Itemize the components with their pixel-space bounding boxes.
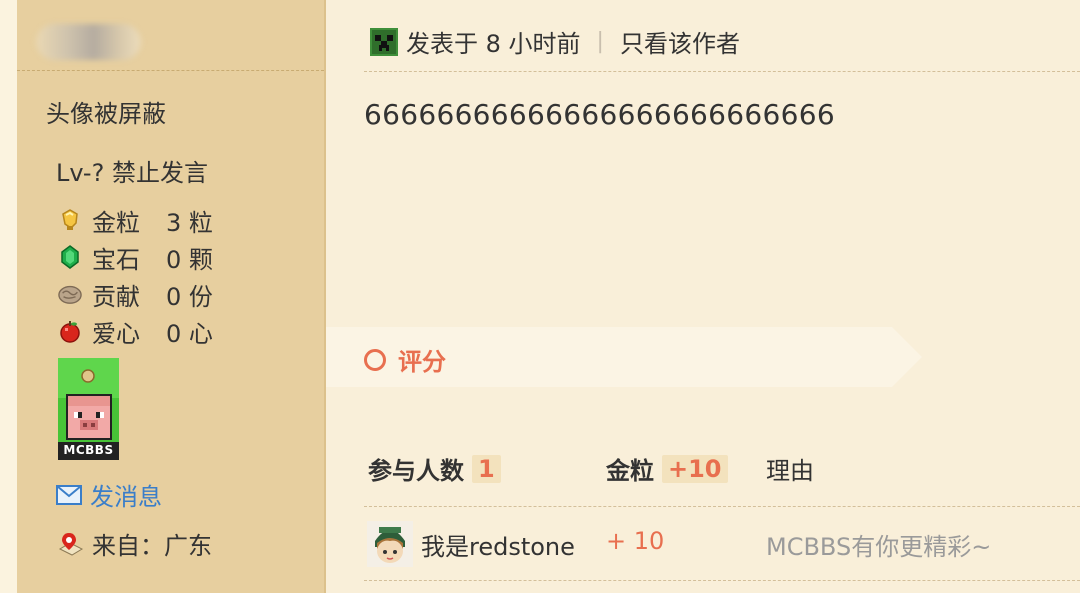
stat-contribution: 贡献 0 份 <box>58 279 213 311</box>
medal-label: MCBBS <box>63 443 114 457</box>
user-avatar[interactable] <box>367 521 413 567</box>
envelope-icon <box>56 484 82 505</box>
rating-reason: MCBBS有你更精彩~ <box>766 533 992 561</box>
creeper-avatar-icon <box>370 27 398 56</box>
only-author-link[interactable]: 只看该作者 <box>620 24 740 59</box>
reason-label: 理由 <box>766 457 814 485</box>
emerald-icon <box>58 245 82 269</box>
location-pin-icon <box>58 531 84 557</box>
user-level: Lv-? 禁止发言 <box>56 159 208 187</box>
post-time: 发表于 8 小时前 <box>406 30 581 58</box>
rating-user[interactable]: 我是redstone <box>421 527 575 562</box>
stat-label: 贡献 <box>92 282 140 311</box>
table-divider-top <box>364 506 1080 507</box>
gold-header: 金粒 +10 <box>606 451 728 486</box>
sidebar-divider <box>17 70 324 71</box>
mcbbs-medal[interactable]: MCBBS <box>58 358 119 460</box>
stat-hearts: 爱心 0 心 <box>58 316 213 348</box>
left-margin <box>0 0 17 593</box>
location-text: 来自：广东 <box>92 532 212 560</box>
stat-label: 宝石 <box>92 245 140 274</box>
participants-count: 1 <box>472 454 501 483</box>
post-header: 发表于 8 小时前 | 只看该作者 <box>370 24 740 59</box>
location-row: 来自：广东 <box>58 526 212 561</box>
header-divider: | <box>596 29 604 54</box>
apple-heart-icon <box>58 319 82 343</box>
participants-header: 参与人数 1 <box>368 451 501 486</box>
table-divider-bottom <box>364 580 1080 581</box>
rating-title: 评分 <box>364 342 446 377</box>
stat-value: 0 心 <box>166 319 213 348</box>
stat-label: 金粒 <box>92 208 140 237</box>
gold-label: 金粒 <box>606 457 654 485</box>
stat-gold: 金粒 3 粒 <box>58 205 213 237</box>
circle-icon <box>364 348 386 371</box>
send-message-label: 发消息 <box>90 483 162 511</box>
contribution-icon <box>58 282 82 306</box>
reason-header: 理由 <box>766 451 814 486</box>
gold-nugget-icon <box>58 208 82 232</box>
participants-label: 参与人数 <box>368 457 464 485</box>
avatar-blocked-notice: 头像被屏蔽 <box>46 100 166 128</box>
stat-value: 0 颗 <box>166 245 213 274</box>
post-main: 发表于 8 小时前 | 只看该作者 6666666666666666666666… <box>326 0 1080 593</box>
gold-total: +10 <box>662 454 728 483</box>
stat-value: 3 粒 <box>166 208 213 237</box>
stat-value: 0 份 <box>166 282 213 311</box>
send-message-link[interactable]: 发消息 <box>56 477 162 512</box>
header-divider-line <box>364 71 1080 72</box>
post-content: 66666666666666666666666666 <box>364 98 835 131</box>
stat-gems: 宝石 0 颗 <box>58 242 213 274</box>
stat-label: 爱心 <box>92 319 140 348</box>
rating-amount: + 10 <box>606 527 665 555</box>
rating-title-text: 评分 <box>398 348 446 376</box>
blurred-username <box>36 24 141 60</box>
